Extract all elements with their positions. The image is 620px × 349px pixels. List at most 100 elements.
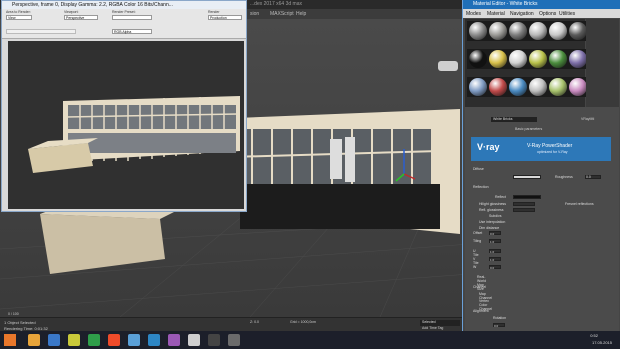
rotation-label: Rotation <box>493 316 507 320</box>
material-name-field[interactable]: White Bricks <box>491 117 537 122</box>
material-sample-sphere <box>549 50 567 68</box>
material-sample-sphere <box>489 78 507 96</box>
render-canvas <box>8 41 244 209</box>
material-slot[interactable] <box>487 21 509 41</box>
windows-taskbar: 0:52 17.05.2015 <box>0 331 620 349</box>
material-sample-sphere <box>529 78 547 96</box>
vray-banner: V·ray V-Ray PowerShader optimized for V-… <box>471 137 611 161</box>
rendered-frame-window[interactable]: Perspective, frame 0, Display Gamma: 2.2… <box>1 0 247 212</box>
area-label: Area to Render: <box>6 10 31 14</box>
selection-status: 1 Object Selected <box>4 320 36 325</box>
material-slot[interactable] <box>467 49 489 69</box>
hilight-gloss-input[interactable] <box>513 202 535 206</box>
add-time-tag[interactable]: Add Time Tag <box>422 326 443 330</box>
taskbar-app-icon[interactable] <box>28 334 40 346</box>
material-slot[interactable] <box>547 49 569 69</box>
taskbar-app-icon[interactable] <box>108 334 120 346</box>
material-slot[interactable] <box>527 21 549 41</box>
material-type-button[interactable]: VRayMtl <box>581 117 594 121</box>
material-slot[interactable] <box>547 21 569 41</box>
menu-material[interactable]: Material <box>487 11 505 17</box>
render-window-title: Perspective, frame 0, Display Gamma: 2.2… <box>2 1 246 9</box>
render-toolbar[interactable] <box>6 29 76 34</box>
material-slot[interactable] <box>527 77 549 97</box>
clock-time: 0:52 <box>590 333 598 338</box>
area-select[interactable]: View <box>6 15 32 20</box>
material-sample-sphere <box>569 78 587 96</box>
refl-gloss-input[interactable] <box>513 208 535 212</box>
material-sample-sphere <box>529 50 547 68</box>
preset-select[interactable] <box>112 15 152 20</box>
w-input[interactable]: 0.0 <box>489 265 501 270</box>
menu-item[interactable]: MAXScript <box>270 11 294 17</box>
taskbar-app-icon[interactable] <box>88 334 100 346</box>
status-bar: 1 Object Selected Rendering Time: 0:01:3… <box>0 312 470 331</box>
menu-options[interactable]: Options <box>539 11 556 17</box>
material-sample-sphere <box>469 22 487 40</box>
menu-utilities[interactable]: Utilities <box>559 11 575 17</box>
frame-counter: 0 / 100 <box>8 312 19 316</box>
material-slot[interactable] <box>507 77 529 97</box>
renderer-label: Render <box>208 10 220 14</box>
taskbar-app-icon[interactable] <box>148 334 160 346</box>
material-slot[interactable] <box>547 77 569 97</box>
menu-modes[interactable]: Modes <box>466 11 481 17</box>
renderer-select[interactable]: Production <box>208 15 242 20</box>
rotation-input[interactable]: 0.0 <box>493 323 505 328</box>
use-interpolation-checkbox[interactable]: Use interpolation <box>479 220 505 224</box>
taskbar-app-icon[interactable] <box>68 334 80 346</box>
menu-navigation[interactable]: Navigation <box>510 11 534 17</box>
offset-label: Offset <box>473 231 483 235</box>
viewport-label: Viewport: <box>64 10 79 14</box>
tiling-input[interactable]: 1.0 <box>489 239 501 244</box>
u-tile-label: U Tile <box>473 249 479 257</box>
menu-item[interactable]: sion <box>250 11 259 17</box>
refl-gloss-label: Refl. glossiness <box>479 208 504 212</box>
material-slot[interactable] <box>487 49 509 69</box>
material-editor-menu: Modes Material Navigation Options Utilit… <box>463 9 620 18</box>
v-tile-input[interactable]: 1.0 <box>489 257 501 262</box>
material-parameters: White Bricks VRayMtl Basic parameters V·… <box>465 107 619 343</box>
reflect-label: Reflect <box>495 195 506 199</box>
taskbar-app-icon[interactable] <box>128 334 140 346</box>
clock-date: 17.05.2015 <box>591 340 612 345</box>
taskbar-app-icon[interactable] <box>188 334 200 346</box>
material-slot[interactable] <box>467 21 489 41</box>
material-sample-sphere <box>489 50 507 68</box>
material-sample-sphere <box>509 78 527 96</box>
taskbar-app-icon[interactable] <box>48 334 60 346</box>
vray-subtitle: optimized for V-Ray <box>537 150 568 154</box>
material-slot[interactable] <box>487 77 509 97</box>
fresnel-label[interactable]: Fresnel reflections <box>565 202 594 206</box>
material-editor-window[interactable]: Material Editor - White Bricks Modes Mat… <box>462 0 620 349</box>
start-button-icon[interactable] <box>4 334 16 346</box>
material-sample-sphere <box>549 78 567 96</box>
menu-item[interactable]: Help <box>296 11 306 17</box>
material-sample-sphere <box>549 22 567 40</box>
coordinate-readout: Z: 0.0 <box>250 320 259 324</box>
taskbar-app-icon[interactable] <box>168 334 180 346</box>
material-slot[interactable] <box>527 49 549 69</box>
material-sample-slots <box>465 19 589 107</box>
offset-input[interactable]: 0.0 <box>489 231 501 236</box>
roughness-input[interactable]: 0.0 <box>585 175 601 179</box>
viewport-select[interactable]: Perspective <box>64 15 98 20</box>
basic-params-rollout[interactable]: Basic parameters <box>515 127 542 131</box>
render-controls: Area to Render: View Viewport: Perspecti… <box>2 9 246 39</box>
preset-label: Render Preset: <box>112 10 136 14</box>
roughness-label: Roughness <box>555 175 573 179</box>
diffuse-color-swatch[interactable] <box>513 175 541 179</box>
material-slot[interactable] <box>467 77 489 97</box>
max-title: ...dex 2017 x64 3d max <box>250 1 302 7</box>
u-tile-input[interactable]: 1.0 <box>489 249 501 254</box>
material-slot[interactable] <box>507 49 529 69</box>
subdivs-label: Subdivs <box>489 214 502 218</box>
taskbar-app-icon[interactable] <box>228 334 240 346</box>
material-sample-sphere <box>509 50 527 68</box>
reflect-color-swatch[interactable] <box>513 195 541 199</box>
material-slot[interactable] <box>507 21 529 41</box>
taskbar-app-icon[interactable] <box>208 334 220 346</box>
channel-select[interactable]: RGB Alpha <box>112 29 152 34</box>
material-sample-sphere <box>569 22 587 40</box>
dim-distance-checkbox[interactable]: Dim distance <box>479 226 499 230</box>
